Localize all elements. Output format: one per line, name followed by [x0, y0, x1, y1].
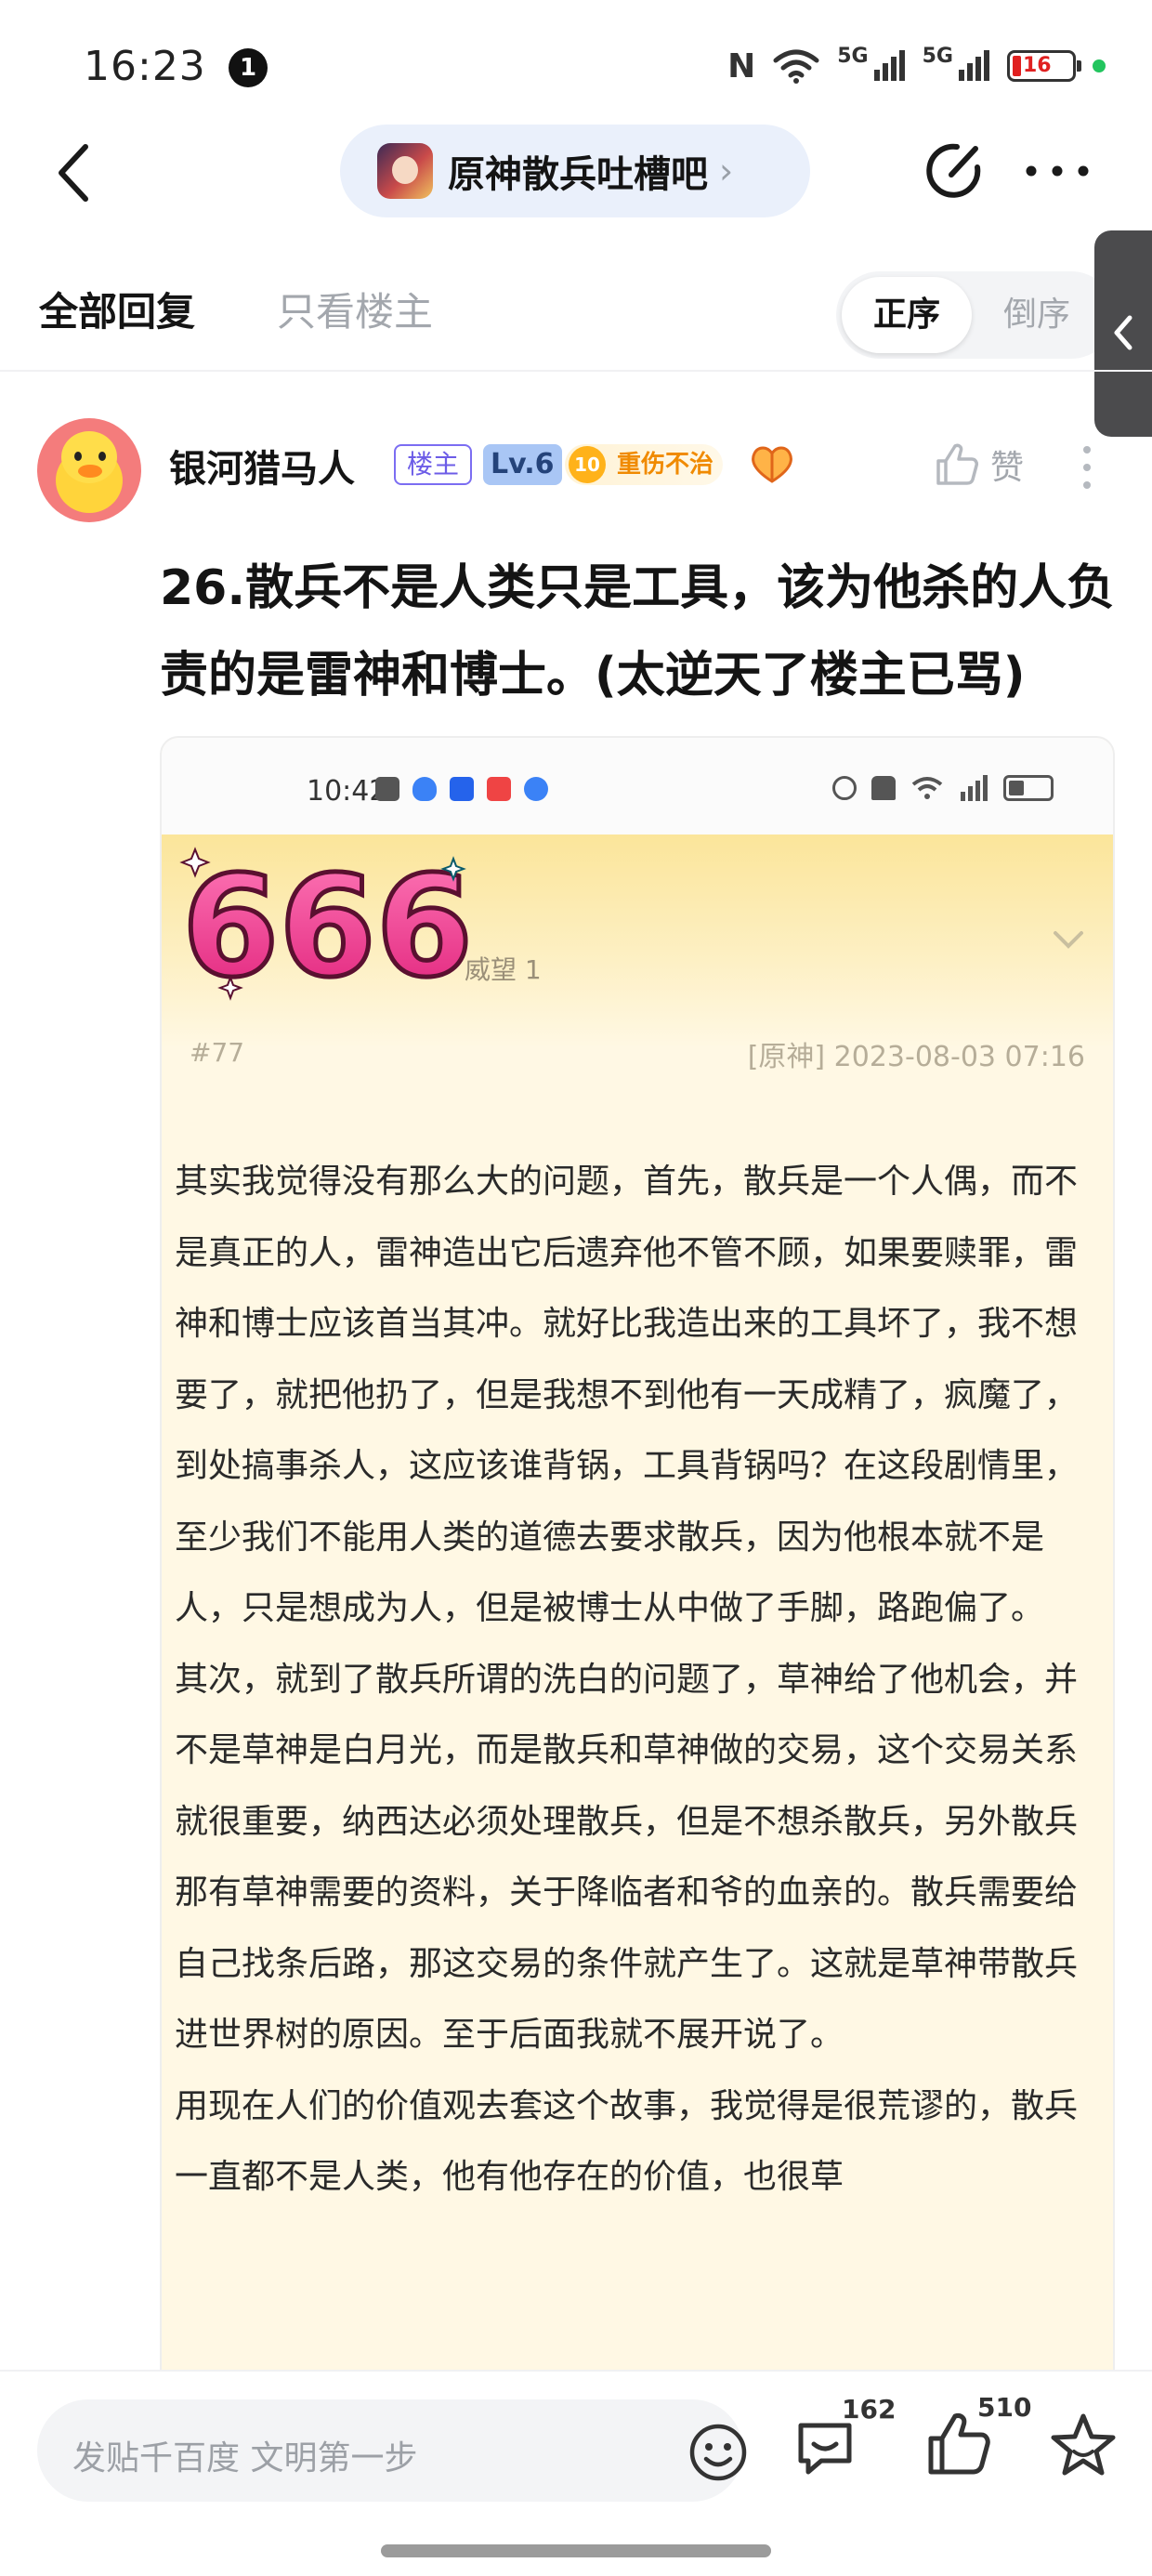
reply-placeholder: 发贴千百度 文明第一步 — [72, 2439, 418, 2477]
like-label: 赞 — [990, 449, 1025, 487]
chevron-left-icon — [1114, 315, 1132, 350]
browser-icon — [524, 777, 548, 801]
image-status-icons — [375, 777, 548, 801]
speed-icon — [832, 776, 857, 800]
sort-toggle[interactable]: 正序 倒序 — [836, 271, 1115, 359]
owner-badge: 楼主 — [394, 444, 473, 485]
image-paragraph-1: 其实我觉得没有那么大的问题，首先，散兵是一个人偶，而不是真正的人，雷神造出它后遗… — [175, 1163, 1079, 1627]
tab-all-replies[interactable]: 全部回复 — [39, 281, 195, 337]
status-icons: N 5G 5G 16 — [727, 45, 1106, 87]
heart-badge-icon — [752, 446, 792, 483]
sticker-666: 666 — [179, 845, 476, 1007]
charging-dot — [1093, 59, 1106, 72]
notification-badge: 1 — [229, 48, 268, 87]
reply-input[interactable]: 发贴千百度 文明第一步 — [37, 2399, 747, 2502]
nfc-icon: N — [727, 46, 756, 85]
signal-5g-label-2: 5G — [922, 45, 953, 68]
signal-5g-label: 5G — [837, 45, 869, 68]
image-floor-number: #77 — [190, 1037, 245, 1068]
like-count: 510 — [977, 2392, 1032, 2423]
image-reputation: 威望 1 — [465, 954, 542, 985]
bottom-bar: 发贴千百度 文明第一步 162 510 — [0, 2370, 1152, 2576]
level-badge: Lv.6 — [483, 444, 562, 485]
chevron-down-icon — [1054, 931, 1083, 949]
image-status-right — [832, 775, 1054, 801]
signal-5g-icon — [873, 50, 905, 81]
mail-icon — [375, 777, 399, 801]
image-paragraph-2: 其次，就到了散兵所谓的洗白的问题了，草神给了他机会，并不是草神是白月光，而是散兵… — [175, 1660, 1079, 2055]
image-post-meta: [原神] 2023-08-03 07:16 — [747, 1041, 1085, 1073]
signal-5g-icon-2 — [959, 50, 989, 81]
post-image[interactable]: 10:42 666 威望 1 #77 [原神] 2023-08-03 07:16… — [160, 736, 1115, 2464]
signal-icon — [961, 775, 988, 801]
divider — [0, 370, 1152, 372]
sort-descending-button[interactable]: 倒序 — [1003, 277, 1070, 353]
status-bar: 16:23 1 N 5G 5G 16 — [0, 0, 1152, 130]
author-avatar[interactable] — [37, 418, 141, 522]
mute-icon — [871, 776, 896, 800]
post-title: 26.散兵不是人类只是工具，该为他杀的人负责的是雷神和博士。(太逆天了楼主已骂) — [160, 560, 1116, 703]
image-status-bar: 10:42 — [162, 738, 1113, 835]
image-paragraph-3: 用现在人们的价值观去套这个故事，我觉得是很荒谬的，散兵一直都不是人类，他有他存在… — [175, 2086, 1079, 2197]
comment-count: 162 — [842, 2394, 897, 2425]
thumbs-up-icon — [936, 443, 978, 485]
title-badge-level: 10 — [569, 446, 606, 483]
battery-icon: 16 — [1007, 50, 1081, 82]
forum-pill[interactable]: 原神散兵吐槽吧 › — [340, 125, 810, 217]
emoji-icon[interactable] — [687, 2422, 749, 2483]
title-badge-label: 重伤不治 — [617, 451, 714, 479]
tab-owner-only[interactable]: 只看楼主 — [277, 281, 433, 337]
post-more-icon[interactable] — [1080, 444, 1094, 491]
shield-icon — [412, 777, 437, 801]
sort-ascending-button[interactable]: 正序 — [842, 277, 972, 353]
title-badge: 10 重伤不治 — [565, 444, 724, 485]
star-icon[interactable] — [1048, 2411, 1119, 2481]
image-post-body: 其实我觉得没有那么大的问题，首先，散兵是一个人偶，而不是真正的人，雷神造出它后遗… — [175, 1147, 1104, 2214]
battery-icon — [1003, 775, 1054, 801]
forum-name: 原神散兵吐槽吧 — [448, 153, 708, 196]
forum-avatar — [377, 143, 433, 199]
wifi-icon — [911, 777, 943, 799]
search-app-icon — [450, 777, 474, 801]
edit-icon[interactable] — [920, 138, 987, 204]
sticker-digit-1: 666 — [182, 847, 473, 1007]
more-dots-icon[interactable] — [1020, 152, 1094, 190]
side-drawer-handle[interactable] — [1094, 230, 1152, 437]
author-name[interactable]: 银河猎马人 — [169, 439, 355, 493]
chevron-right-icon: › — [719, 151, 734, 191]
status-time: 16:23 — [84, 43, 206, 90]
post-like-button[interactable]: 赞 — [933, 437, 1024, 493]
home-indicator[interactable] — [381, 2544, 771, 2557]
wifi-icon — [773, 49, 819, 84]
app-icon — [487, 777, 511, 801]
back-arrow-icon[interactable] — [48, 139, 104, 206]
